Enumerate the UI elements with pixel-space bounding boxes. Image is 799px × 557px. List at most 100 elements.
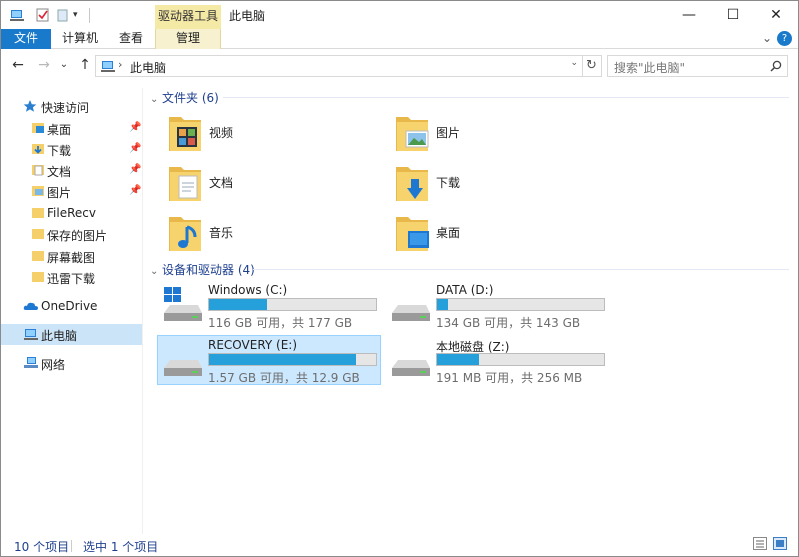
- sidebar-item-this-pc[interactable]: 此电脑: [1, 324, 142, 345]
- drive-usage-fill: [209, 354, 356, 365]
- sidebar-item-thunder-downloads[interactable]: 迅雷下载: [1, 267, 142, 288]
- pin-icon[interactable]: 📌: [129, 122, 141, 133]
- pictures-folder-icon: [31, 184, 45, 201]
- group-divider: [223, 97, 789, 98]
- sidebar-item-label: 桌面: [47, 123, 72, 137]
- recent-locations-button[interactable]: ⌄: [57, 55, 71, 75]
- drive-size: 116 GB 可用，共 177 GB: [208, 316, 353, 330]
- sidebar-item-quick-access[interactable]: 快速访问: [1, 96, 142, 117]
- folder-music[interactable]: 音乐: [167, 211, 367, 257]
- sidebar-item-documents[interactable]: 文档 📌: [1, 160, 142, 181]
- drive-e[interactable]: RECOVERY (E:) 1.57 GB 可用，共 12.9 GB: [157, 335, 381, 385]
- sidebar-item-screenshots[interactable]: 屏幕截图: [1, 246, 142, 267]
- folder-label: 图片: [436, 126, 461, 140]
- cloud-icon: [23, 299, 39, 316]
- computer-icon: [100, 59, 116, 76]
- pin-icon[interactable]: 📌: [129, 143, 141, 154]
- large-icons-view-icon[interactable]: [773, 537, 787, 550]
- network-icon: [23, 356, 39, 373]
- sidebar-item-downloads[interactable]: 下载 📌: [1, 139, 142, 160]
- windows-drive-icon: [162, 287, 202, 326]
- folder-downloads[interactable]: 下载: [394, 161, 594, 207]
- address-row: ← → ⌄ ↑ › 此电脑 ⌄ ↻ 搜索"此电脑": [1, 52, 798, 80]
- ribbon-tabs: 文件 计算机 查看 管理 ⌄ ?: [1, 29, 798, 49]
- tab-file[interactable]: 文件: [1, 29, 51, 49]
- drive-usage-bar: [436, 298, 605, 311]
- breadcrumb-chevron-icon[interactable]: ›: [118, 58, 122, 71]
- folder-label: 视频: [209, 126, 234, 140]
- sidebar-item-onedrive[interactable]: OneDrive: [1, 296, 142, 317]
- address-dropdown-icon[interactable]: ⌄: [570, 58, 578, 68]
- sidebar-item-label: 快速访问: [41, 101, 90, 115]
- pictures-folder-icon: [394, 111, 430, 156]
- ribbon-expand-icon[interactable]: ⌄: [762, 31, 772, 45]
- sidebar-item-network[interactable]: 网络: [1, 353, 142, 374]
- drive-name: RECOVERY (E:): [208, 338, 298, 352]
- tab-computer[interactable]: 计算机: [57, 29, 103, 49]
- pane-divider[interactable]: [142, 88, 143, 534]
- pin-icon[interactable]: 📌: [129, 164, 141, 175]
- folders-group-header[interactable]: ⌄ 文件夹 (6): [150, 89, 219, 106]
- folder-documents[interactable]: 文档: [167, 161, 367, 207]
- drive-usage-fill: [209, 299, 267, 310]
- folder-pictures[interactable]: 图片: [394, 111, 594, 157]
- drive-name: Windows (C:): [208, 283, 288, 297]
- drive-usage-bar: [208, 298, 377, 311]
- sidebar-item-saved-pictures[interactable]: 保存的图片: [1, 224, 142, 245]
- music-folder-icon: [167, 211, 203, 256]
- details-view-icon[interactable]: [753, 537, 767, 550]
- sidebar-item-pictures[interactable]: 图片 📌: [1, 181, 142, 202]
- group-divider: [253, 269, 789, 270]
- address-bar[interactable]: › 此电脑 ⌄: [95, 55, 583, 77]
- window-title: 此电脑: [229, 9, 266, 23]
- sidebar-item-filerecv[interactable]: FileRecv: [1, 203, 142, 224]
- customize-qa-icon[interactable]: ▾: [73, 7, 89, 23]
- item-count: 10 个项目: [14, 540, 70, 554]
- drive-tools-tab-header: 驱动器工具: [155, 5, 221, 29]
- sidebar-item-label: 文档: [47, 165, 72, 179]
- pin-icon[interactable]: 📌: [129, 185, 141, 196]
- back-button[interactable]: ←: [8, 55, 28, 75]
- maximize-button[interactable]: ☐: [710, 1, 756, 29]
- documents-folder-icon: [167, 161, 203, 206]
- refresh-button[interactable]: ↻: [582, 55, 602, 77]
- folder-label: 桌面: [436, 226, 461, 240]
- up-button[interactable]: ↑: [75, 55, 95, 75]
- folder-icon: [31, 270, 45, 287]
- search-placeholder: 搜索"此电脑": [614, 61, 686, 75]
- help-icon[interactable]: ?: [777, 31, 792, 46]
- drive-d[interactable]: DATA (D:) 134 GB 可用，共 143 GB: [386, 281, 610, 331]
- close-button[interactable]: ✕: [753, 1, 798, 29]
- group-label: 设备和驱动器 (4): [162, 263, 255, 277]
- forward-button[interactable]: →: [34, 55, 54, 75]
- drive-size: 134 GB 可用，共 143 GB: [436, 316, 581, 330]
- sidebar-item-label: 保存的图片: [47, 229, 108, 243]
- chevron-down-icon: ⌄: [150, 266, 159, 277]
- folder-label: 下载: [436, 176, 461, 190]
- sidebar-item-label: 网络: [41, 358, 66, 372]
- drive-c[interactable]: Windows (C:) 116 GB 可用，共 177 GB: [158, 281, 382, 331]
- tab-manage[interactable]: 管理: [155, 29, 221, 49]
- tab-view[interactable]: 查看: [113, 29, 149, 49]
- new-folder-icon[interactable]: [55, 7, 71, 23]
- desktop-folder-icon: [31, 121, 45, 138]
- explorer-window: ▾ 驱动器工具 此电脑 — ☐ ✕ 文件 计算机 查看 管理 ⌄ ? ← → ⌄…: [0, 0, 799, 557]
- sidebar-item-desktop[interactable]: 桌面 📌: [1, 118, 142, 139]
- computer-icon[interactable]: [9, 7, 25, 23]
- drive-z[interactable]: 本地磁盘 (Z:) 191 MB 可用，共 256 MB: [386, 336, 610, 386]
- folder-videos[interactable]: 视频: [167, 111, 367, 157]
- drive-name: DATA (D:): [436, 283, 494, 297]
- breadcrumb-this-pc[interactable]: 此电脑: [130, 59, 166, 76]
- search-input[interactable]: 搜索"此电脑": [607, 55, 788, 77]
- properties-icon[interactable]: [35, 7, 51, 23]
- downloads-folder-icon: [394, 161, 430, 206]
- desktop-folder-icon: [394, 211, 430, 256]
- minimize-button[interactable]: —: [666, 1, 712, 29]
- folder-icon: [31, 249, 45, 266]
- downloads-folder-icon: [31, 142, 45, 159]
- folder-label: 文档: [209, 176, 234, 190]
- drives-group-header[interactable]: ⌄ 设备和驱动器 (4): [150, 261, 255, 278]
- folder-desktop[interactable]: 桌面: [394, 211, 594, 257]
- search-icon: [770, 60, 782, 75]
- hard-drive-icon: [162, 342, 202, 381]
